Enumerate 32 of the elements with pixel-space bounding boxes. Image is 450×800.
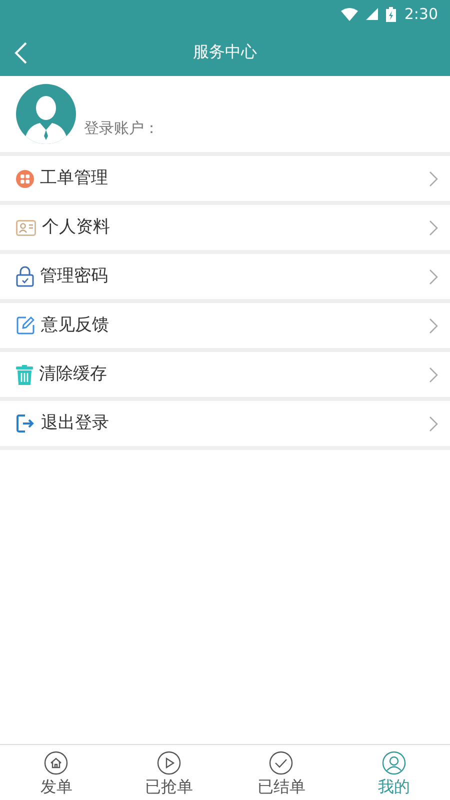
- grid-icon: [16, 170, 34, 188]
- menu-item[interactable]: 意见反馈: [0, 303, 450, 348]
- menu-item[interactable]: 清除缓存: [0, 352, 450, 397]
- tab[interactable]: 已结单: [225, 745, 338, 800]
- battery-icon: [386, 6, 396, 22]
- signal-icon: [366, 8, 378, 20]
- chevron-icon: [429, 220, 438, 236]
- avatar-icon: [16, 84, 76, 144]
- chevron-icon: [429, 268, 438, 284]
- lock-icon: [16, 266, 34, 287]
- home-icon: [44, 751, 68, 775]
- id-card-icon: [16, 220, 36, 236]
- page-title: 服务中心: [193, 41, 257, 63]
- user-icon: [382, 751, 406, 775]
- check-icon: [269, 751, 294, 775]
- edit-icon: [16, 316, 35, 335]
- play-icon: [156, 751, 181, 775]
- tab[interactable]: 已抢单: [112, 745, 225, 800]
- wifi-icon: [341, 8, 358, 20]
- clock-text: 2:30: [404, 4, 438, 25]
- tab[interactable]: 发单: [0, 745, 112, 800]
- menu-item[interactable]: 个人资料: [0, 205, 450, 250]
- menu-item[interactable]: 工单管理: [0, 156, 450, 201]
- chevron-icon: [429, 416, 438, 432]
- menu-item[interactable]: 退出登录: [0, 401, 450, 446]
- account-label: 登录账户：: [84, 118, 159, 138]
- trash-icon: [16, 364, 33, 384]
- logout-icon: [16, 414, 35, 433]
- chevron-icon: [429, 170, 438, 186]
- menu-item[interactable]: 管理密码: [0, 254, 450, 299]
- chevron-icon: [429, 366, 438, 382]
- chevron-icon: [429, 318, 438, 334]
